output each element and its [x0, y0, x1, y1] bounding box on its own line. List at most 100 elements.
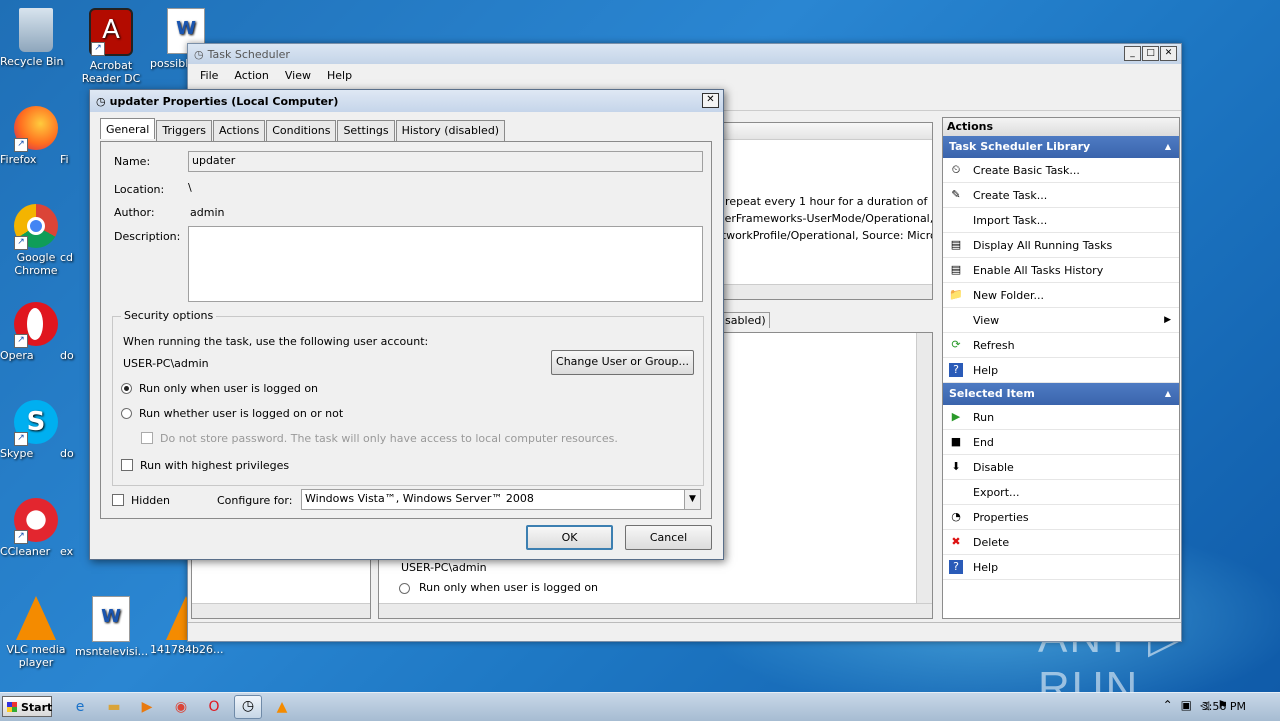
- tab-actions[interactable]: Actions: [213, 120, 266, 141]
- network-icon[interactable]: ▣: [1181, 698, 1192, 712]
- desktop-icon-label: Firefox: [0, 153, 37, 166]
- action-refresh[interactable]: ⟳ Refresh: [943, 333, 1179, 358]
- horizontal-scrollbar[interactable]: [192, 603, 370, 618]
- explorer-folder-icon[interactable]: ▬: [104, 697, 124, 717]
- action-import-task[interactable]: Import Task...: [943, 208, 1179, 233]
- detail-user: USER-PC\admin: [401, 561, 487, 574]
- section-selected-item[interactable]: Selected Item: [943, 383, 1179, 405]
- vlc-icon[interactable]: ▲: [272, 697, 292, 717]
- start-button[interactable]: Start: [2, 696, 52, 717]
- chrome-icon[interactable]: ◉: [171, 697, 191, 717]
- hidden-label: Hidden: [131, 494, 171, 507]
- title-bar[interactable]: ◷ Task Scheduler: [188, 44, 1181, 64]
- menu-view[interactable]: View: [277, 69, 319, 82]
- desktop-icon-label: do: [60, 447, 74, 460]
- opera-icon: ↗: [14, 302, 58, 348]
- menu-action[interactable]: Action: [226, 69, 276, 82]
- action-display-all-running-tasks[interactable]: ▤ Display All Running Tasks: [943, 233, 1179, 258]
- selected-actions-list: ▶ Run ■ End ⬇ Disable Export... ◔ Properties ✖ Del…: [943, 405, 1179, 580]
- action-icon: ✖: [951, 535, 961, 548]
- clock[interactable]: 3:56 PM: [1202, 700, 1246, 713]
- dialog-close-button[interactable]: ✕: [702, 93, 719, 108]
- desktop-icon-acrobat[interactable]: A ↗ Acrobat Reader DC: [75, 8, 147, 85]
- action-icon: ?: [949, 363, 963, 377]
- detail-tab-fragment[interactable]: isabled): [718, 312, 770, 328]
- tab-conditions[interactable]: Conditions: [266, 120, 337, 141]
- action-label: Export...: [973, 485, 1020, 499]
- internet-explorer-icon[interactable]: e: [70, 697, 90, 717]
- chevron-down-icon[interactable]: ▼: [684, 490, 700, 509]
- action-icon: ✎: [951, 188, 961, 201]
- selected-action-end[interactable]: ■ End: [943, 430, 1179, 455]
- action-create-task[interactable]: ✎ Create Task...: [943, 183, 1179, 208]
- no-store-password-checkbox: [141, 432, 153, 444]
- firefox-icon: ↗: [14, 106, 58, 152]
- ccleaner-icon: ↗: [14, 498, 58, 544]
- maximize-button[interactable]: □: [1142, 46, 1159, 61]
- radio-run-whether[interactable]: [121, 408, 132, 419]
- description-label: Description:: [114, 230, 181, 243]
- clock-icon: ◷: [194, 47, 204, 61]
- radio-run-logged-on[interactable]: [121, 383, 132, 394]
- task-scheduler-taskbar-icon[interactable]: ◷: [234, 695, 262, 719]
- desktop-icon-recycle-bin[interactable]: Recycle Bin: [0, 8, 72, 68]
- action-label: Import Task...: [973, 213, 1048, 227]
- selected-action-properties[interactable]: ◔ Properties: [943, 505, 1179, 530]
- properties-dialog[interactable]: ◷ updater Properties (Local Computer) ✕ …: [89, 89, 724, 560]
- task-line: iverFrameworks-UserMode/Operational, So: [715, 212, 933, 225]
- opera-icon[interactable]: O: [204, 697, 224, 717]
- action-label: New Folder...: [973, 288, 1044, 302]
- section-task-scheduler-library[interactable]: Task Scheduler Library: [943, 136, 1179, 158]
- skype-icon: S ↗: [14, 400, 58, 446]
- desktop-icon-label: Skype: [0, 447, 34, 460]
- menu-help[interactable]: Help: [319, 69, 360, 82]
- dialog-title-bar[interactable]: ◷ updater Properties (Local Computer): [90, 90, 723, 112]
- action-icon: ▤: [950, 238, 962, 251]
- tab-history[interactable]: History (disabled): [395, 120, 506, 141]
- change-user-button[interactable]: Change User or Group...: [551, 350, 694, 375]
- action-label: Create Task...: [973, 188, 1048, 202]
- action-view[interactable]: View: [943, 308, 1179, 333]
- minimize-button[interactable]: _: [1124, 46, 1141, 61]
- cancel-button[interactable]: Cancel: [625, 525, 712, 550]
- highest-privileges-checkbox[interactable]: [121, 459, 133, 471]
- vlc-icon: [16, 596, 56, 640]
- vertical-scrollbar[interactable]: [916, 333, 932, 618]
- action-create-basic-task[interactable]: ⏲ Create Basic Task...: [943, 158, 1179, 183]
- selected-action-export[interactable]: Export...: [943, 480, 1179, 505]
- selected-action-disable[interactable]: ⬇ Disable: [943, 455, 1179, 480]
- horizontal-scrollbar[interactable]: [379, 603, 932, 618]
- selected-action-run[interactable]: ▶ Run: [943, 405, 1179, 430]
- action-label: Display All Running Tasks: [973, 238, 1113, 252]
- configure-select[interactable]: Windows Vista™, Windows Server™ 2008 ▼: [301, 489, 701, 510]
- no-store-password-label: Do not store password. The task will onl…: [160, 432, 618, 445]
- close-button[interactable]: ✕: [1160, 46, 1177, 61]
- ok-button[interactable]: OK: [526, 525, 613, 550]
- action-help[interactable]: ? Help: [943, 358, 1179, 383]
- desktop-icon-vlc[interactable]: VLC media player: [0, 596, 72, 669]
- action-enable-all-tasks-history[interactable]: ▤ Enable All Tasks History: [943, 258, 1179, 283]
- menu-file[interactable]: File: [192, 69, 226, 82]
- action-new-folder[interactable]: 📁 New Folder...: [943, 283, 1179, 308]
- description-field[interactable]: [188, 226, 703, 302]
- selected-action-help[interactable]: ? Help: [943, 555, 1179, 580]
- show-hidden-icons-icon[interactable]: ⌃: [1163, 698, 1173, 712]
- desktop-icon-label: Recycle Bin: [0, 55, 64, 68]
- dialog-title: updater Properties (Local Computer): [109, 94, 339, 108]
- dialog-tabs: General Triggers Actions Conditions Sett…: [100, 118, 506, 141]
- acrobat-icon: A ↗: [89, 8, 133, 56]
- hidden-checkbox[interactable]: [112, 494, 124, 506]
- action-label: Help: [973, 560, 999, 574]
- tab-general[interactable]: General: [100, 118, 156, 139]
- desktop-icon-msntelevision[interactable]: W msntelevisi...: [75, 596, 148, 658]
- action-label: Properties: [973, 510, 1029, 524]
- media-player-icon[interactable]: ▶: [137, 697, 157, 717]
- tab-settings[interactable]: Settings: [337, 120, 395, 141]
- radio-run-logged-on[interactable]: [399, 583, 410, 594]
- action-icon: [949, 213, 963, 227]
- account-prompt: When running the task, use the following…: [123, 335, 429, 348]
- name-field[interactable]: updater: [188, 151, 703, 172]
- selected-action-delete[interactable]: ✖ Delete: [943, 530, 1179, 555]
- tab-triggers[interactable]: Triggers: [156, 120, 213, 141]
- general-tab-panel: Name: updater Location: \ Author: admin …: [100, 141, 712, 519]
